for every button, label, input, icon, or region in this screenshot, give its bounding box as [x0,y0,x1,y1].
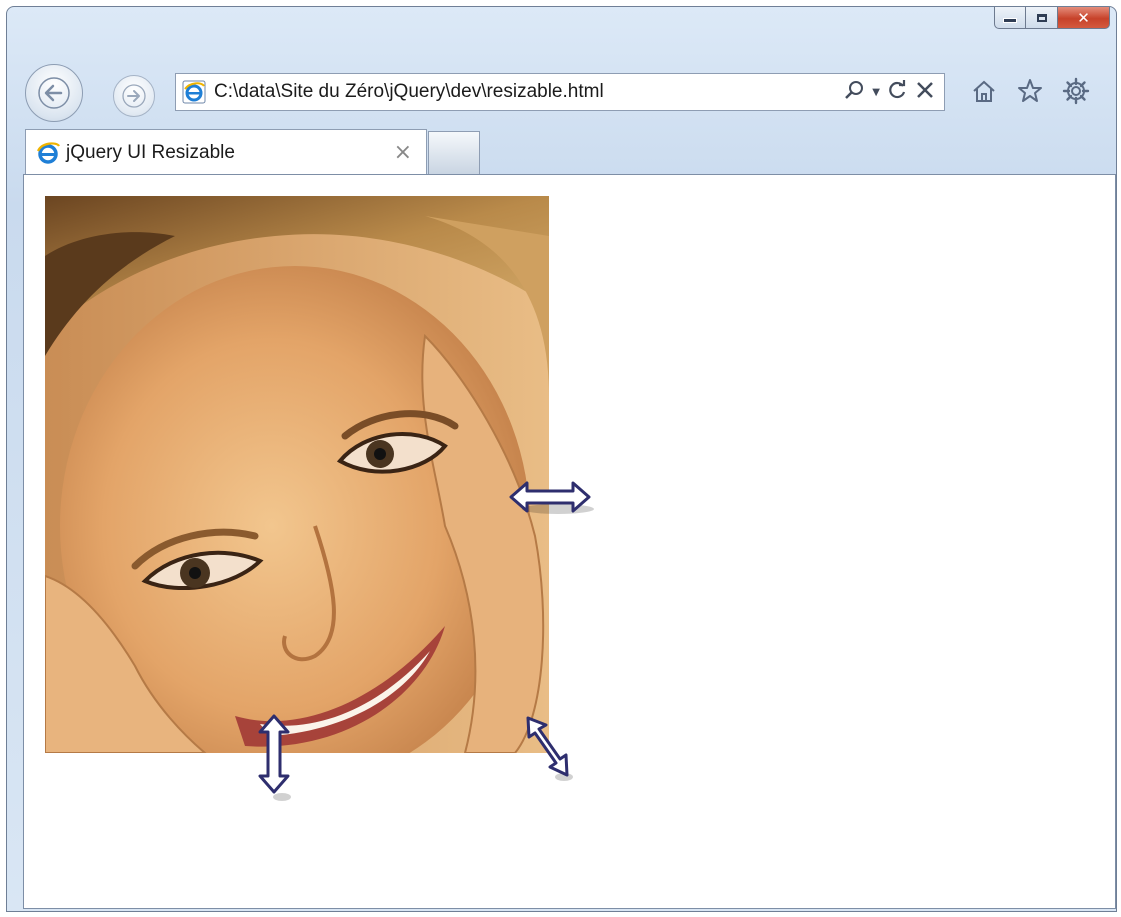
search-icon[interactable] [844,80,864,105]
vertical-resize-cursor-icon [258,714,291,801]
ie-page-icon [182,80,206,104]
stop-icon[interactable] [916,80,934,104]
diagonal-resize-cursor-icon [526,716,573,781]
tab-title: jQuery UI Resizable [66,141,235,163]
tab-jquery-ui-resizable[interactable]: jQuery UI Resizable × [25,129,427,175]
back-arrow-icon [38,77,70,109]
chevron-down-icon[interactable]: ▼ [872,87,880,98]
address-bar[interactable]: C:\data\Site du Zéro\jQuery\dev\resizabl… [175,73,945,111]
new-tab-button[interactable] [428,131,480,175]
refresh-icon[interactable] [888,79,908,105]
browser-window: ✕ C:\data\Site du Zéro\jQuery\dev\resiza… [6,6,1117,912]
browser-toolbar [970,77,1090,111]
forward-arrow-icon [122,84,146,108]
ie-logo-icon [36,141,60,165]
maximize-icon [1036,13,1047,22]
close-icon: ✕ [1077,8,1090,27]
maximize-button[interactable] [1026,7,1058,29]
home-icon[interactable] [970,77,998,111]
close-window-button[interactable]: ✕ [1058,7,1110,29]
url-text[interactable]: C:\data\Site du Zéro\jQuery\dev\resizabl… [214,81,844,103]
forward-button[interactable] [113,75,155,117]
page-viewport [23,174,1116,909]
tools-gear-icon[interactable] [1062,77,1090,111]
favorites-star-icon[interactable] [1016,77,1044,111]
tab-close-icon[interactable]: × [394,140,412,165]
back-button[interactable] [25,64,83,122]
address-bar-tools: ▼ [844,79,934,105]
horizontal-resize-cursor-icon [509,481,594,514]
portrait-photo[interactable] [45,196,549,753]
window-caption-buttons: ✕ [994,7,1110,29]
minimize-button[interactable] [994,7,1026,29]
minimize-icon [1003,18,1017,23]
